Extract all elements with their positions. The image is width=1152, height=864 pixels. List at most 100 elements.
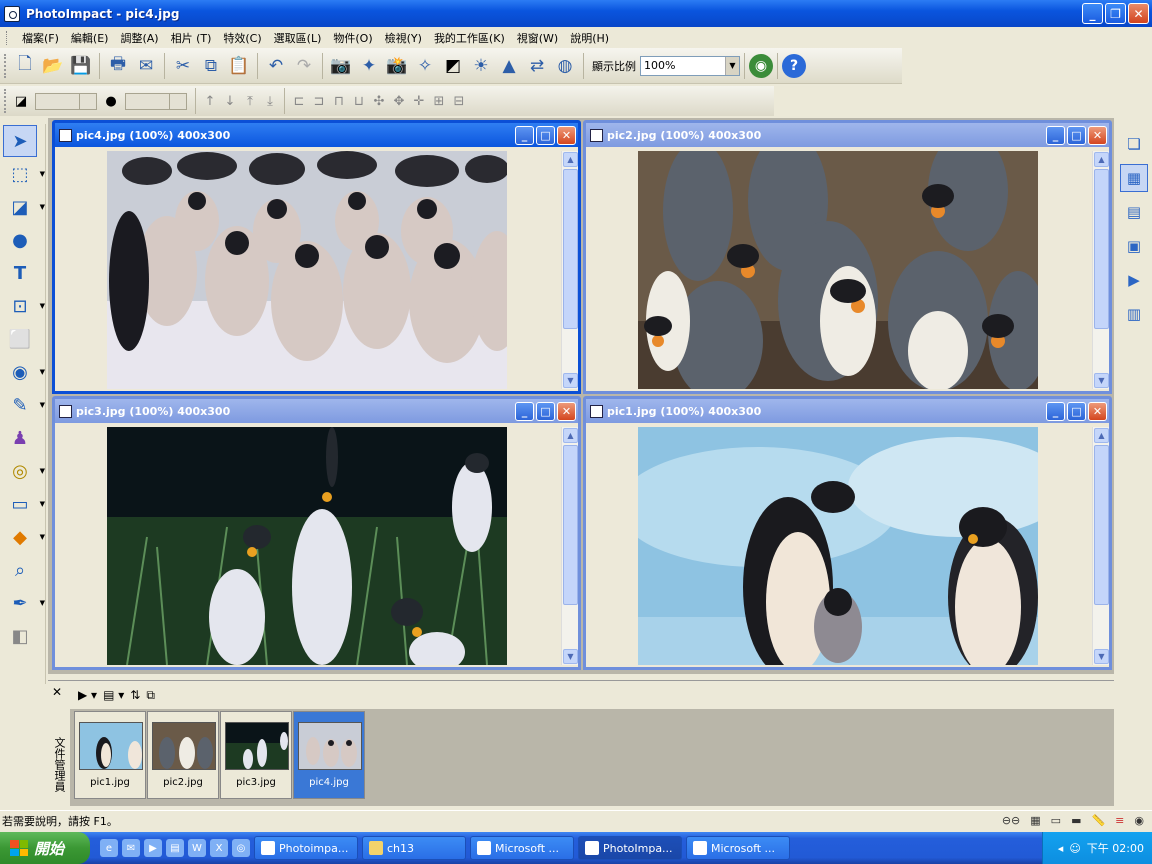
thumbnail-pic1[interactable]: pic1.jpg xyxy=(74,711,146,799)
distribute-h-icon[interactable]: ✣ xyxy=(369,94,389,109)
ie-icon[interactable]: e xyxy=(100,839,118,857)
menu-edit[interactable]: 編輯(E) xyxy=(65,30,115,46)
cut-icon[interactable]: ✂ xyxy=(169,51,197,81)
task-microsoft-1[interactable]: Microsoft ... xyxy=(470,836,574,860)
penguins-grass-photo[interactable] xyxy=(107,427,507,665)
menu-photo[interactable]: 相片 (T) xyxy=(165,30,218,46)
scroll-down-icon[interactable]: ▼ xyxy=(563,373,578,388)
scroll-thumb[interactable] xyxy=(563,169,578,329)
ruler-icon[interactable]: 📏 xyxy=(1091,814,1105,827)
retouch-tool-icon[interactable]: ◎ ▼ xyxy=(3,455,45,487)
king-penguins-photo[interactable] xyxy=(638,151,1038,389)
eraser-tool-icon[interactable]: ▭ ▼ xyxy=(3,488,45,520)
minimize-button[interactable]: _ xyxy=(1046,125,1065,145)
camera-star-icon[interactable]: ✧ xyxy=(411,51,439,81)
color-swatch-icon[interactable]: ◪ xyxy=(11,94,31,109)
redo-icon[interactable]: ↷ xyxy=(290,51,318,81)
selection-tool-icon[interactable]: ⬚ ▼ xyxy=(3,158,45,190)
doc-canvas[interactable]: ▲ ▼ xyxy=(55,147,578,391)
stamp-tool-icon[interactable]: ♟ xyxy=(3,422,37,454)
globe-icon[interactable]: ◉ xyxy=(749,53,773,78)
scroll-thumb[interactable] xyxy=(1094,445,1109,605)
pick-tool-icon[interactable]: ➤ xyxy=(3,125,37,157)
vertical-scrollbar[interactable]: ▲ ▼ xyxy=(561,427,578,665)
brightness-icon[interactable]: ☀ xyxy=(467,51,495,81)
web-image-icon[interactable]: ◍ xyxy=(551,51,579,81)
task-photoimpact-2[interactable]: PhotoImpa... xyxy=(578,836,682,860)
doc-canvas[interactable]: ▲ ▼ xyxy=(55,423,578,667)
word-icon[interactable]: W xyxy=(188,839,206,857)
close-icon[interactable]: ✕ xyxy=(52,685,62,699)
stepper-input-1[interactable] xyxy=(35,92,97,110)
text-tool-icon[interactable]: T xyxy=(3,257,37,289)
arrow-top-icon[interactable]: ⤒ xyxy=(240,94,260,109)
same-height-icon[interactable]: ⊟ xyxy=(449,94,469,109)
minimize-button[interactable]: _ xyxy=(1082,3,1103,24)
mediaplayer-icon[interactable]: ▶ xyxy=(144,839,162,857)
doc-title-bar[interactable]: pic1.jpg (100%) 400x300 _ □ ✕ xyxy=(586,399,1109,423)
crop-tool-icon[interactable]: ⊡ ▼ xyxy=(3,290,45,322)
app-icon[interactable]: ◎ xyxy=(232,839,250,857)
camera-enhance-icon[interactable]: 📸 xyxy=(383,51,411,81)
stepper-input-2[interactable] xyxy=(125,92,187,110)
paste-icon[interactable]: 📋 xyxy=(225,51,253,81)
new-file-icon[interactable]: 🗋 xyxy=(11,51,39,81)
scroll-down-icon[interactable]: ▼ xyxy=(563,649,578,664)
transform-tool-icon[interactable]: ⬜ xyxy=(3,323,37,355)
task-photoimpact-1[interactable]: Photoimpa... xyxy=(254,836,358,860)
layer-manager-icon[interactable]: ❏ xyxy=(1120,130,1148,158)
doc-title-bar[interactable]: pic3.jpg (100%) 400x300 _ □ ✕ xyxy=(55,399,578,423)
redeye-tool-icon[interactable]: ◉ ▼ xyxy=(3,356,45,388)
guide-icon[interactable]: ▬ xyxy=(1071,814,1081,827)
grid-icon[interactable]: ▦ xyxy=(1030,814,1040,827)
sort-icon[interactable]: ⇅ xyxy=(130,688,140,702)
align-top-icon[interactable]: ⊓ xyxy=(329,94,349,109)
histogram-icon[interactable]: ▥ xyxy=(1120,300,1148,328)
minimize-button[interactable]: _ xyxy=(515,401,534,421)
save-icon[interactable]: 💾 xyxy=(67,51,95,81)
toolbar-grip[interactable] xyxy=(4,89,7,113)
eye-icon[interactable]: ◉ xyxy=(1134,814,1144,827)
doc-window-pic4[interactable]: pic4.jpg (100%) 400x300 _ □ ✕ ▲ ▼ xyxy=(52,120,581,394)
menu-window[interactable]: 視窗(W) xyxy=(511,30,564,46)
view-mode-icon[interactable]: ▤ ▾ xyxy=(103,688,124,702)
menu-selection[interactable]: 選取區(L) xyxy=(268,30,328,46)
align-center-icon[interactable]: ⊐ xyxy=(309,94,329,109)
color-pen-icon[interactable]: ◩ xyxy=(439,51,467,81)
user-icon[interactable]: ☺ xyxy=(1069,842,1080,855)
scroll-down-icon[interactable]: ▼ xyxy=(1094,373,1109,388)
doc-window-pic1[interactable]: pic1.jpg (100%) 400x300 _ □ ✕ ▲ ▼ xyxy=(583,396,1112,670)
emperor-penguins-ice-photo[interactable] xyxy=(638,427,1038,665)
app-title-bar[interactable]: PhotoImpact - pic4.jpg _ ❐ ✕ xyxy=(0,0,1152,27)
doc-title-bar[interactable]: pic4.jpg (100%) 400x300 _ □ ✕ xyxy=(55,123,578,147)
photoimpact-icon[interactable] xyxy=(4,5,20,22)
menu-help[interactable]: 說明(H) xyxy=(564,30,615,46)
penguin-colony-photo[interactable] xyxy=(107,151,507,389)
maximize-button[interactable]: □ xyxy=(1067,125,1086,145)
center-icon[interactable]: ✛ xyxy=(409,94,429,109)
close-button[interactable]: ✕ xyxy=(557,125,576,145)
task-microsoft-word[interactable]: Microsoft ... xyxy=(686,836,790,860)
duplicate-icon[interactable]: ⧉ xyxy=(146,688,155,703)
scroll-up-icon[interactable]: ▲ xyxy=(1094,152,1109,167)
distribute-v-icon[interactable]: ✥ xyxy=(389,94,409,109)
doc-window-pic3[interactable]: pic3.jpg (100%) 400x300 _ □ ✕ ▲ ▼ xyxy=(52,396,581,670)
object-tool-icon[interactable]: ● xyxy=(3,224,37,256)
folder-icon[interactable]: ▤ xyxy=(166,839,184,857)
camera-icon[interactable]: 📷 xyxy=(327,51,355,81)
fill-tool-icon[interactable]: ◆ ▼ xyxy=(3,521,45,553)
align-bottom-icon[interactable]: ⊔ xyxy=(349,94,369,109)
doc-canvas[interactable]: ▲ ▼ xyxy=(586,423,1109,667)
arrow-up-icon[interactable]: ↑ xyxy=(200,94,220,109)
easy-palette-icon[interactable]: ▦ xyxy=(1120,164,1148,192)
start-button[interactable]: 開始 xyxy=(0,832,90,864)
toolbar-grip[interactable] xyxy=(4,53,7,78)
excel-icon[interactable]: X xyxy=(210,839,228,857)
color-bars-icon[interactable]: ≡ xyxy=(1115,814,1124,827)
scroll-thumb[interactable] xyxy=(1094,169,1109,329)
maximize-button[interactable]: □ xyxy=(536,125,555,145)
brush-tool-icon[interactable]: ✎ ▼ xyxy=(3,389,45,421)
menu-object[interactable]: 物件(O) xyxy=(327,30,378,46)
play-icon[interactable]: ▶ xyxy=(1120,266,1148,294)
network-icon[interactable]: ◂ xyxy=(1058,842,1064,855)
